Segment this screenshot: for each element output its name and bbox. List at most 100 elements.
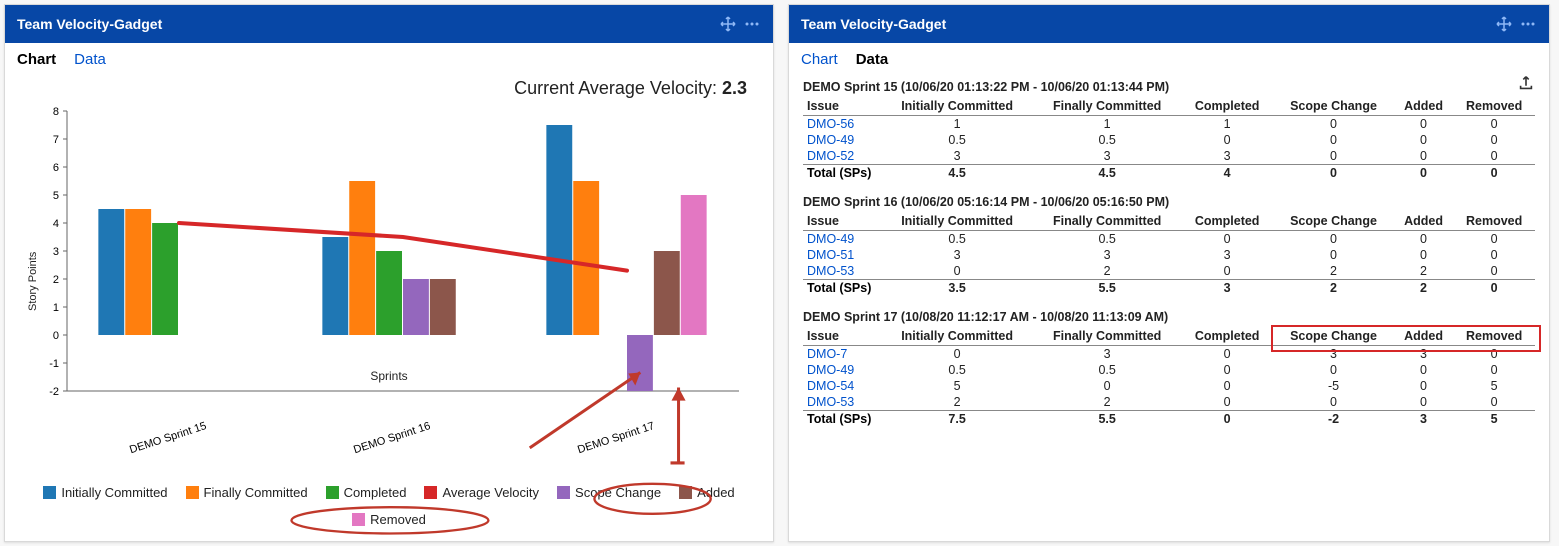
tab-chart[interactable]: Chart xyxy=(801,51,838,68)
col-issue: Issue xyxy=(803,97,881,116)
total-cell: 4.5 xyxy=(881,165,1033,182)
legend-initially-committed: Initially Committed xyxy=(43,485,167,500)
cell: 0 xyxy=(1273,116,1393,133)
col-scope_change: Scope Change xyxy=(1273,327,1393,346)
issue-link[interactable]: DMO-56 xyxy=(803,116,881,133)
cell: 0 xyxy=(1453,362,1535,378)
cell: 0.5 xyxy=(881,362,1033,378)
col-issue: Issue xyxy=(803,327,881,346)
legend-completed: Completed xyxy=(326,485,407,500)
current-velocity: Current Average Velocity: 2.3 xyxy=(17,72,761,101)
cell: 0.5 xyxy=(881,231,1033,248)
svg-text:2: 2 xyxy=(53,274,59,286)
cell: 3 xyxy=(881,148,1033,165)
cell: 3 xyxy=(1394,346,1454,363)
move-icon[interactable] xyxy=(1495,15,1513,33)
issue-link[interactable]: DMO-54 xyxy=(803,378,881,394)
cell: 2 xyxy=(1394,263,1454,280)
cell: 2 xyxy=(1033,263,1181,280)
cell: 3 xyxy=(1181,247,1273,263)
cell: 0 xyxy=(1394,148,1454,165)
total-label: Total (SPs) xyxy=(803,280,881,297)
issue-link[interactable]: DMO-49 xyxy=(803,231,881,248)
svg-text:4: 4 xyxy=(53,218,59,230)
issue-link[interactable]: DMO-53 xyxy=(803,394,881,411)
cell: 3 xyxy=(881,247,1033,263)
gadget-title: Team Velocity-Gadget xyxy=(17,16,162,32)
total-cell: 0 xyxy=(1273,165,1393,182)
col-scope_change: Scope Change xyxy=(1273,212,1393,231)
cell: 3 xyxy=(1033,148,1181,165)
total-cell: 2 xyxy=(1273,280,1393,297)
cell: 5 xyxy=(1453,378,1535,394)
gadget-header: Team Velocity-Gadget xyxy=(5,5,773,43)
cell: 0 xyxy=(881,263,1033,280)
col-finally_committed: Finally Committed xyxy=(1033,212,1181,231)
svg-text:8: 8 xyxy=(53,106,59,118)
cell: 0 xyxy=(1453,263,1535,280)
svg-text:3: 3 xyxy=(53,246,59,258)
cell: 3 xyxy=(1033,247,1181,263)
gadget-header: Team Velocity-Gadget xyxy=(789,5,1549,43)
issue-link[interactable]: DMO-51 xyxy=(803,247,881,263)
legend-removed: Removed xyxy=(352,512,426,527)
issue-link[interactable]: DMO-49 xyxy=(803,362,881,378)
cell: 0 xyxy=(1181,132,1273,148)
gadget-title: Team Velocity-Gadget xyxy=(801,16,946,32)
total-cell: 7.5 xyxy=(881,411,1033,428)
sprint-table: IssueInitially CommittedFinally Committe… xyxy=(803,327,1535,427)
issue-link[interactable]: DMO-49 xyxy=(803,132,881,148)
cell: 0 xyxy=(1453,247,1535,263)
cell: 0 xyxy=(1453,394,1535,411)
cell: 0 xyxy=(1453,116,1535,133)
col-removed: Removed xyxy=(1453,97,1535,116)
svg-text:6: 6 xyxy=(53,162,59,174)
issue-link[interactable]: DMO-7 xyxy=(803,346,881,363)
svg-text:7: 7 xyxy=(53,134,59,146)
cell: 2 xyxy=(1033,394,1181,411)
sprint-title: DEMO Sprint 15 (10/06/20 01:13:22 PM - 1… xyxy=(803,80,1535,97)
more-icon[interactable] xyxy=(1519,15,1537,33)
col-added: Added xyxy=(1394,97,1454,116)
cell: 0 xyxy=(1394,394,1454,411)
table-total-row: Total (SPs)4.54.54000 xyxy=(803,165,1535,182)
tab-chart[interactable]: Chart xyxy=(17,51,56,68)
tab-data[interactable]: Data xyxy=(856,51,889,68)
table-row: DMO-53020220 xyxy=(803,263,1535,280)
col-completed: Completed xyxy=(1181,212,1273,231)
velocity-value: 2.3 xyxy=(722,78,747,98)
col-completed: Completed xyxy=(1181,97,1273,116)
col-finally_committed: Finally Committed xyxy=(1033,97,1181,116)
cell: 0 xyxy=(1273,132,1393,148)
total-cell: 2 xyxy=(1394,280,1454,297)
cell: 0 xyxy=(1394,132,1454,148)
issue-link[interactable]: DMO-53 xyxy=(803,263,881,280)
chart-area: Story Points Sprints -2-1012345678DEMO S… xyxy=(17,101,761,481)
export-icon[interactable] xyxy=(1517,74,1537,94)
move-icon[interactable] xyxy=(719,15,737,33)
issue-link[interactable]: DMO-52 xyxy=(803,148,881,165)
cell: 0.5 xyxy=(1033,132,1181,148)
total-cell: 4 xyxy=(1181,165,1273,182)
cell: 0 xyxy=(1181,231,1273,248)
cell: 1 xyxy=(1181,116,1273,133)
sprint-title: DEMO Sprint 16 (10/06/20 05:16:14 PM - 1… xyxy=(803,195,1535,212)
cell: 0.5 xyxy=(881,132,1033,148)
cell: 1 xyxy=(881,116,1033,133)
legend-average-velocity: Average Velocity xyxy=(424,485,539,500)
svg-text:-1: -1 xyxy=(49,358,59,370)
svg-text:DEMO Sprint 16: DEMO Sprint 16 xyxy=(352,420,432,456)
table-row: DMO-53220000 xyxy=(803,394,1535,411)
tabs: Chart Data xyxy=(5,43,773,72)
more-icon[interactable] xyxy=(743,15,761,33)
col-added: Added xyxy=(1394,212,1454,231)
total-label: Total (SPs) xyxy=(803,411,881,428)
legend-added: Added xyxy=(679,485,735,500)
velocity-gadget-data: Team Velocity-Gadget Chart Data xyxy=(788,4,1550,542)
tab-data[interactable]: Data xyxy=(74,51,106,68)
total-cell: 3.5 xyxy=(881,280,1033,297)
col-initially_committed: Initially Committed xyxy=(881,97,1033,116)
table-total-row: Total (SPs)7.55.50-235 xyxy=(803,411,1535,428)
table-row: DMO-51333000 xyxy=(803,247,1535,263)
table-row: DMO-54500-505 xyxy=(803,378,1535,394)
